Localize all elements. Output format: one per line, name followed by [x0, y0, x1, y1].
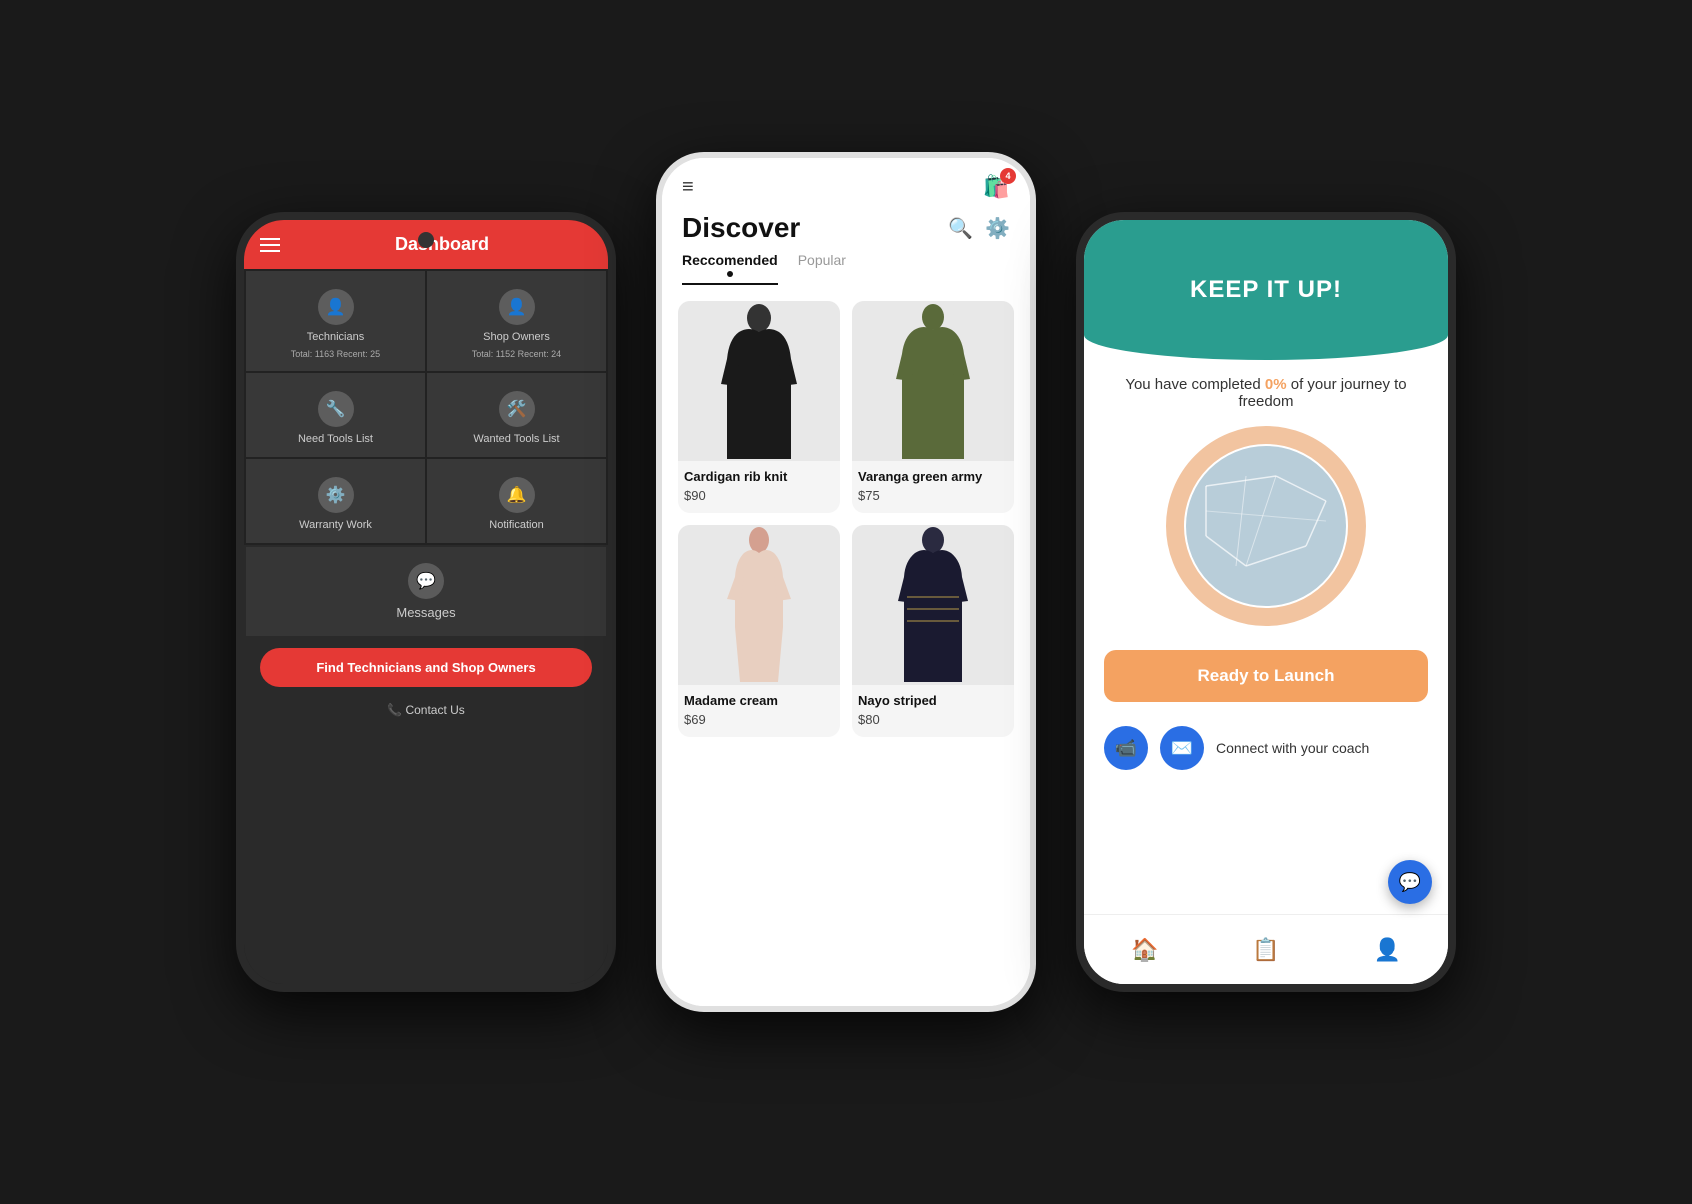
product-image-2 [852, 301, 1014, 461]
phone2-screen: ≡ 🛍️ 4 Discover 🔍 ⚙️ Reccomended Popular [662, 158, 1030, 1006]
products-grid: Cardigan rib knit $90 Varanga green army [662, 293, 1030, 745]
phone2-topbar: ≡ 🛍️ 4 [662, 158, 1030, 208]
product-name-1: Cardigan rib knit [684, 469, 834, 486]
keep-it-up-title: KEEP IT UP! [1190, 276, 1342, 304]
completion-percent: 0% [1265, 376, 1287, 393]
notification-label: Notification [489, 519, 543, 531]
product-name-2: Varanga green army [858, 469, 1008, 486]
shop-owners-meta: Total: 1152 Recent: 24 [472, 349, 561, 359]
grid-item-notification[interactable]: 🔔 Notification [427, 459, 606, 543]
need-tools-icon: 🔧 [318, 391, 354, 427]
phone1-grid: 👤 Technicians Total: 1163 Recent: 25 👤 S… [244, 269, 608, 545]
product-card-1[interactable]: Cardigan rib knit $90 [678, 301, 840, 513]
tab-active-dot [727, 271, 733, 277]
search-icons: 🔍 ⚙️ [948, 216, 1010, 241]
cart-icon[interactable]: 🛍️ 4 [983, 174, 1010, 200]
chat-fab-button[interactable]: 💬 [1388, 860, 1432, 904]
warranty-label: Warranty Work [299, 519, 372, 531]
messages-section[interactable]: 💬 Messages [246, 547, 606, 636]
find-technicians-button[interactable]: Find Technicians and Shop Owners [260, 648, 592, 687]
grid-item-technicians[interactable]: 👤 Technicians Total: 1163 Recent: 25 [246, 271, 425, 371]
filter-icon[interactable]: ⚙️ [985, 216, 1010, 241]
progress-chart [1166, 426, 1366, 626]
journey-text: You have completed 0% of your journey to… [1104, 376, 1428, 410]
product-tabs: Reccomended Popular [662, 252, 1030, 293]
product-info-3: Madame cream $69 [678, 685, 840, 737]
page-title: Discover [682, 212, 800, 244]
product-price-3: $69 [684, 712, 834, 727]
product-info-1: Cardigan rib knit $90 [678, 461, 840, 513]
map-circle [1186, 446, 1346, 606]
tab-recommended[interactable]: Reccomended [682, 252, 778, 285]
product-price-2: $75 [858, 488, 1008, 503]
technicians-icon: 👤 [318, 289, 354, 325]
hamburger-icon[interactable] [260, 238, 280, 252]
phone1-screen: Dashboard 👤 Technicians Total: 1163 Rece… [244, 220, 608, 984]
phone-2: ≡ 🛍️ 4 Discover 🔍 ⚙️ Reccomended Popular [656, 152, 1036, 1012]
need-tools-label: Need Tools List [298, 433, 373, 445]
product-price-1: $90 [684, 488, 834, 503]
product-image-4 [852, 525, 1014, 685]
nav-profile-icon[interactable]: 👤 [1374, 937, 1401, 963]
phone-1: Dashboard 👤 Technicians Total: 1163 Rece… [236, 212, 616, 992]
product-info-4: Nayo striped $80 [852, 685, 1014, 737]
messages-label: Messages [396, 605, 455, 620]
product-image-3 [678, 525, 840, 685]
shop-owners-label: Shop Owners [483, 331, 550, 343]
product-card-3[interactable]: Madame cream $69 [678, 525, 840, 737]
cart-badge: 4 [1000, 168, 1016, 184]
phone3-body: You have completed 0% of your journey to… [1084, 360, 1448, 786]
search-icon[interactable]: 🔍 [948, 216, 973, 241]
nav-home-icon[interactable]: 🏠 [1131, 937, 1158, 963]
product-card-2[interactable]: Varanga green army $75 [852, 301, 1014, 513]
messages-icon: 💬 [408, 563, 444, 599]
connect-coach-text: Connect with your coach [1216, 740, 1369, 756]
product-card-4[interactable]: Nayo striped $80 [852, 525, 1014, 737]
phone3-screen: KEEP IT UP! You have completed 0% of you… [1084, 220, 1448, 984]
ready-to-launch-button[interactable]: Ready to Launch [1104, 650, 1428, 702]
warranty-icon: ⚙️ [318, 477, 354, 513]
nav-list-icon[interactable]: 📋 [1252, 937, 1279, 963]
phone1-title: Dashboard [292, 234, 592, 255]
technicians-label: Technicians [307, 331, 364, 343]
bottom-navigation: 🏠 📋 👤 [1084, 914, 1448, 984]
technicians-meta: Total: 1163 Recent: 25 [291, 349, 380, 359]
product-name-3: Madame cream [684, 693, 834, 710]
wanted-tools-icon: 🛠️ [499, 391, 535, 427]
product-name-4: Nayo striped [858, 693, 1008, 710]
grid-item-wanted-tools[interactable]: 🛠️ Wanted Tools List [427, 373, 606, 457]
tab-popular[interactable]: Popular [798, 252, 846, 285]
shop-owners-icon: 👤 [499, 289, 535, 325]
product-price-4: $80 [858, 712, 1008, 727]
phone3-header: KEEP IT UP! [1084, 220, 1448, 360]
phone-3: KEEP IT UP! You have completed 0% of you… [1076, 212, 1456, 992]
wanted-tools-label: Wanted Tools List [473, 433, 559, 445]
contact-us-link[interactable]: 📞 Contact Us [244, 699, 608, 721]
phone1-notch [418, 232, 434, 248]
product-info-2: Varanga green army $75 [852, 461, 1014, 513]
grid-item-shop-owners[interactable]: 👤 Shop Owners Total: 1152 Recent: 24 [427, 271, 606, 371]
search-row: Discover 🔍 ⚙️ [662, 208, 1030, 252]
grid-item-need-tools[interactable]: 🔧 Need Tools List [246, 373, 425, 457]
connect-coach-section: 📹 ✉️ Connect with your coach [1104, 726, 1428, 770]
menu-icon[interactable]: ≡ [682, 176, 694, 199]
coach-video-icon[interactable]: 📹 [1104, 726, 1148, 770]
notification-icon: 🔔 [499, 477, 535, 513]
grid-item-warranty[interactable]: ⚙️ Warranty Work [246, 459, 425, 543]
product-image-1 [678, 301, 840, 461]
coach-message-icon[interactable]: ✉️ [1160, 726, 1204, 770]
